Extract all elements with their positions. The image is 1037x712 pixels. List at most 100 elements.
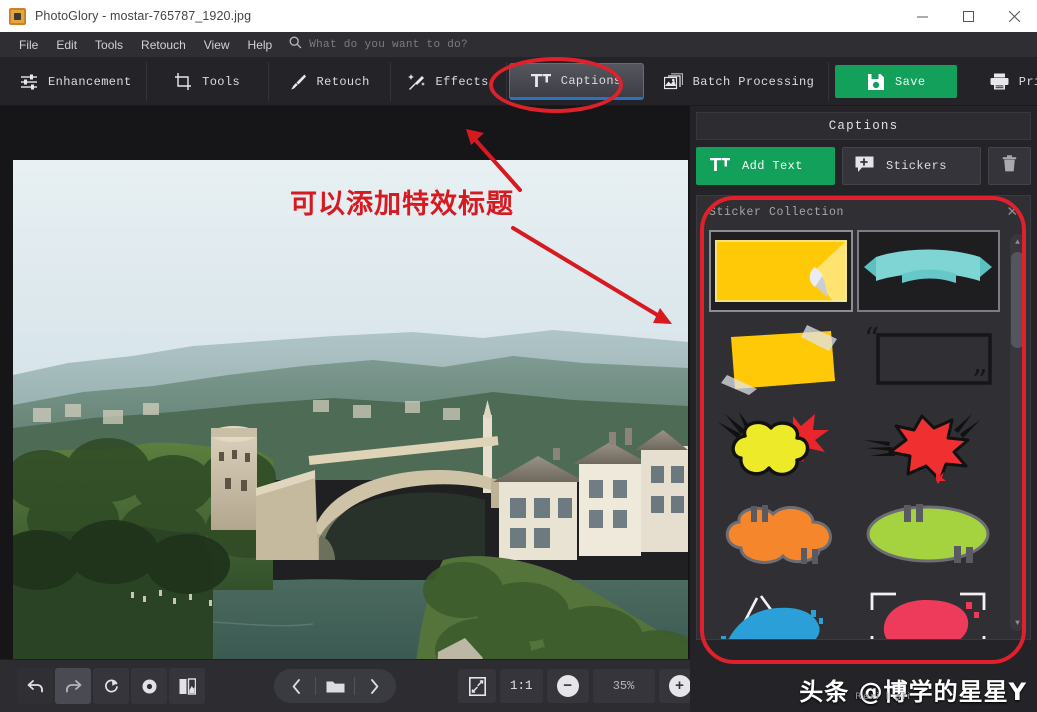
close-icon[interactable]: ✕ (1007, 204, 1018, 221)
sliders-icon (20, 74, 38, 90)
mostar-old-bridge-photo (13, 160, 688, 659)
search-icon (289, 36, 302, 54)
sticker-item-blue-paint-stroke[interactable] (711, 584, 851, 639)
trash-icon (1002, 155, 1017, 177)
toolbar-tab-captions[interactable]: Captions (508, 63, 644, 100)
sticker-item-quote-frame[interactable]: “ ” (859, 320, 999, 398)
menu-item-view[interactable]: View (195, 32, 239, 58)
sticker-item-yellow-cloud-burst[interactable] (711, 408, 851, 486)
stickers-label: Stickers (886, 159, 947, 173)
toolbar-tab-enhancement[interactable]: Enhancement (6, 62, 147, 101)
before-after-button[interactable] (169, 668, 205, 704)
history-group (16, 668, 92, 704)
watermark-text: 头条 @博学的星星Y (799, 678, 1027, 706)
sticker-item-pink-paint-frame[interactable] (859, 584, 999, 639)
scrollbar-thumb[interactable] (1011, 252, 1024, 348)
view-tools-group (92, 668, 206, 704)
previous-image-button[interactable] (277, 671, 315, 701)
toolbar-label-print: Print (1018, 74, 1037, 89)
scroll-up-arrow-icon[interactable]: ▲ (1010, 234, 1025, 250)
delete-button[interactable] (988, 147, 1031, 185)
sticker-scrollbar[interactable]: ▲ ▼ (1010, 234, 1025, 631)
sticker-collection-header: Sticker Collection ✕ (697, 196, 1030, 228)
toolbar-tab-retouch[interactable]: Retouch (269, 62, 391, 101)
crop-icon (174, 72, 192, 91)
sticker-item-green-ellipse[interactable] (859, 496, 999, 574)
toolbar-tab-effects[interactable]: Effects (391, 62, 507, 101)
maximize-button[interactable] (945, 0, 991, 32)
redo-button[interactable] (55, 668, 91, 704)
title-bar: PhotoGlory - mostar-765787_1920.jpg (0, 0, 1037, 32)
search-placeholder: What do you want to do? (309, 38, 468, 51)
toolbar-label-tools: Tools (202, 74, 241, 89)
sticker-collection-panel: Sticker Collection ✕ “ ” ▲ ▼ (696, 195, 1031, 640)
menu-item-help[interactable]: Help (239, 32, 282, 58)
sticker-item-teal-ribbon[interactable] (856, 230, 1000, 312)
sticker-item-red-starburst[interactable] (859, 408, 999, 486)
menu-item-retouch[interactable]: Retouch (132, 32, 195, 58)
sticker-collection-title: Sticker Collection (709, 205, 845, 219)
menu-bar: File Edit Tools Retouch View Help What d… (0, 32, 1037, 58)
bottom-toolbar: 1:1 − 35% + (0, 659, 701, 712)
text-tool-icon (530, 73, 551, 88)
zoom-level-display[interactable]: 35% (592, 669, 655, 703)
preview-eye-button[interactable] (131, 668, 167, 704)
menu-search[interactable]: What do you want to do? (289, 36, 468, 54)
floppy-disk-icon (867, 73, 885, 91)
menu-item-edit[interactable]: Edit (47, 32, 86, 58)
close-button[interactable] (991, 0, 1037, 32)
add-sticker-icon (855, 156, 874, 177)
toolbar-label-save: Save (895, 74, 926, 89)
next-image-button[interactable] (355, 671, 393, 701)
zoom-out-button[interactable]: − (546, 669, 589, 703)
open-folder-button[interactable] (316, 671, 354, 701)
add-text-button[interactable]: Add Text (696, 147, 835, 185)
svg-text:”: ” (972, 364, 987, 393)
zoom-in-icon: + (668, 675, 691, 697)
annotation-caption-text: 可以添加特效标题 (290, 189, 514, 220)
scroll-down-arrow-icon[interactable]: ▼ (1010, 615, 1025, 631)
menu-item-tools[interactable]: Tools (86, 32, 132, 58)
add-text-label: Add Text (742, 159, 803, 173)
sticker-item-orange-cloud[interactable] (711, 496, 851, 574)
toolbar-label-retouch: Retouch (316, 74, 370, 89)
window-title: PhotoGlory - mostar-765787_1920.jpg (35, 9, 252, 23)
watermark-subtext: Reri l ali (855, 692, 912, 702)
minimize-button[interactable] (899, 0, 945, 32)
printer-icon (990, 73, 1009, 90)
undo-button[interactable] (17, 668, 53, 704)
zoom-out-icon: − (556, 675, 579, 697)
toolbar-tab-batch-processing[interactable]: Batch Processing (650, 62, 830, 101)
stone-tower (211, 426, 257, 530)
fit-to-screen-button[interactable] (458, 669, 496, 703)
panel-title: Captions (696, 112, 1031, 140)
sticker-grid: “ ” (697, 228, 1008, 639)
watermark: 头条 @博学的星星Y Reri l ali (799, 672, 1027, 707)
toolbar-label-batch-processing: Batch Processing (692, 74, 815, 89)
zoom-controls: 1:1 − 35% + (458, 669, 701, 703)
brush-icon (289, 73, 307, 91)
photo-viewport[interactable] (13, 160, 688, 659)
stickers-button[interactable]: Stickers (842, 147, 981, 185)
sticker-item-yellow-peeling[interactable] (709, 230, 853, 312)
photos-stack-icon (663, 73, 683, 90)
toolbar-label-effects: Effects (435, 74, 489, 89)
file-navigation (274, 669, 396, 703)
app-icon (9, 7, 26, 25)
toolbar-tab-tools[interactable]: Tools (147, 62, 269, 101)
toolbar-button-save[interactable]: Save (835, 65, 958, 98)
magic-wand-icon (407, 73, 426, 91)
main-toolbar: Enhancement Tools Retouch Effects Captio… (0, 58, 1037, 106)
panel-action-row: Add Text Stickers (696, 147, 1031, 185)
sticker-item-yellow-taped-note[interactable] (711, 320, 851, 398)
toolbar-label-enhancement: Enhancement (48, 74, 132, 89)
toolbar-label-captions: Captions (560, 73, 622, 88)
window-controls (899, 0, 1037, 32)
menu-item-file[interactable]: File (10, 32, 47, 58)
actual-size-button[interactable]: 1:1 (500, 669, 543, 703)
svg-text:“: “ (864, 325, 879, 357)
toolbar-button-print[interactable]: Print (963, 62, 1037, 101)
rotate-button[interactable] (93, 668, 129, 704)
text-tool-icon (710, 157, 730, 176)
captions-panel: Captions Add Text Stickers Sticker Colle… (690, 106, 1037, 712)
